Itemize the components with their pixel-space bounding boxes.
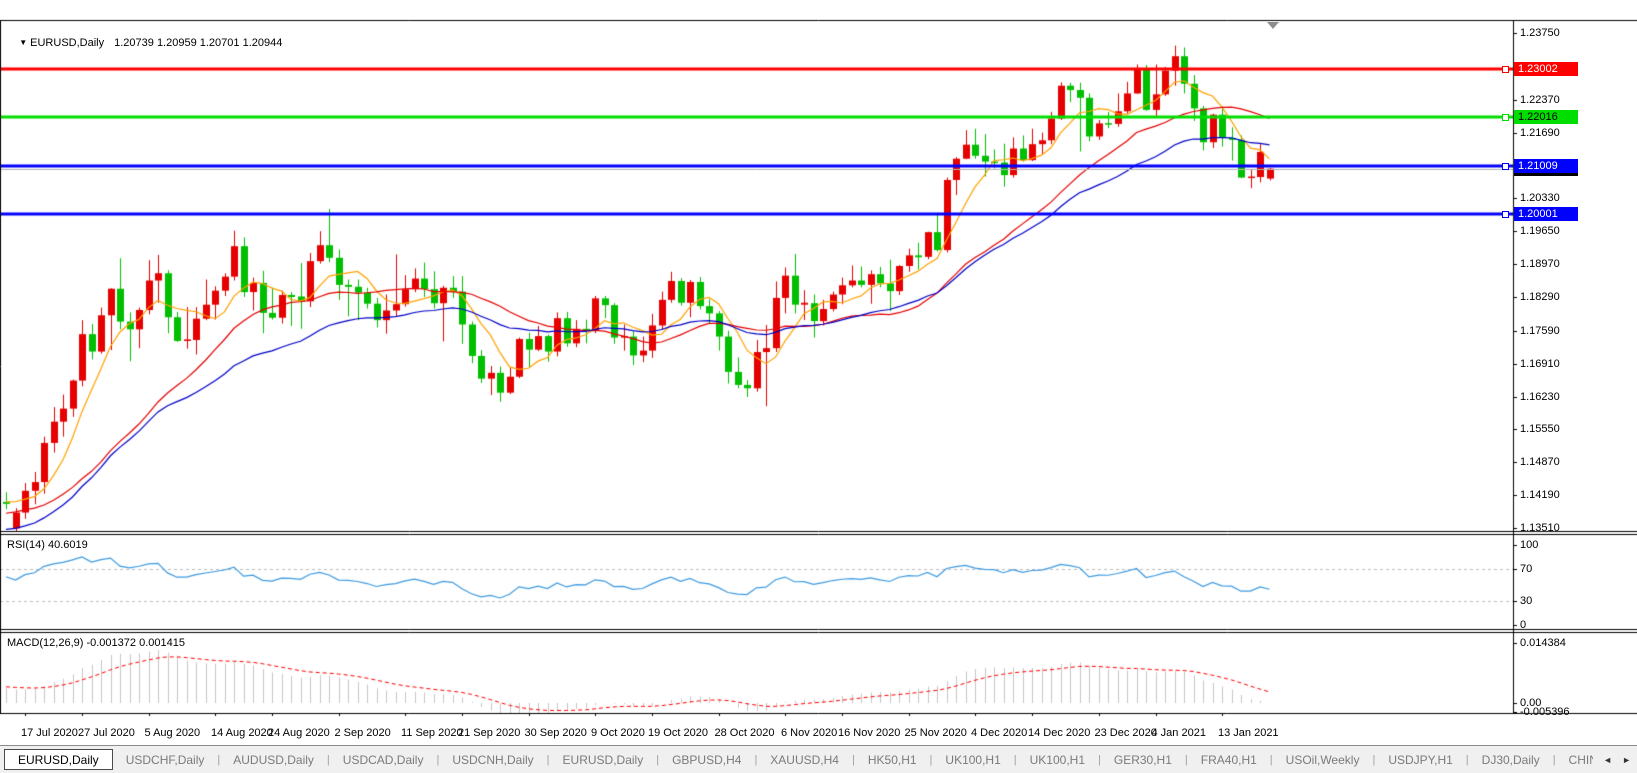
date-axis-label: 17 Jul 2020 (21, 727, 78, 739)
price-axis-label: 1.18970 (1520, 258, 1560, 270)
date-axis-label: 30 Sep 2020 (525, 727, 587, 739)
chart-tab-eurusd-daily[interactable]: EURUSD,Daily (4, 749, 113, 770)
date-axis-label: 9 Oct 2020 (591, 727, 645, 739)
date-axis-label: 19 Oct 2020 (648, 727, 708, 739)
date-axis-label: 5 Aug 2020 (145, 727, 201, 739)
chart-ohlc-values: 1.20739 1.20959 1.20701 1.20944 (114, 37, 282, 49)
price-axis-label: 1.22370 (1520, 94, 1560, 106)
chart-tab-gbpusd-h4[interactable]: GBPUSD,H4 (659, 749, 754, 770)
price-axis-label: 1.15550 (1520, 423, 1560, 435)
rsi-axis-label: 0 (1520, 619, 1526, 631)
rsi-axis-label: 100 (1520, 539, 1538, 551)
symbol-dropdown-icon[interactable]: ▼ (19, 38, 27, 47)
macd-axis-label: 0.014384 (1520, 637, 1566, 649)
chart-tabs: EURUSD,DailyUSDCHF,Daily|AUDUSD,Daily|US… (4, 749, 1637, 770)
chart-shift-marker-icon (1267, 22, 1279, 29)
date-axis-label: 14 Dec 2020 (1028, 727, 1090, 739)
date-axis-label: 27 Jul 2020 (78, 727, 135, 739)
hline-handle[interactable] (1502, 114, 1509, 121)
price-chart-canvas[interactable] (0, 0, 1637, 773)
chart-tab-usoil-weekly[interactable]: USOil,Weekly (1273, 749, 1373, 770)
date-axis-label: 28 Oct 2020 (715, 727, 775, 739)
chart-title: ▼EURUSD,Daily 1.20739 1.20959 1.20701 1.2… (7, 25, 282, 61)
chart-symbol: EURUSD,Daily (30, 37, 104, 49)
chart-tab-uk100-h1[interactable]: UK100,H1 (932, 749, 1013, 770)
price-axis-label: 1.14870 (1520, 456, 1560, 468)
price-axis-label: 1.16230 (1520, 391, 1560, 403)
price-axis-label: 1.17590 (1520, 325, 1560, 337)
chart-tab-uk100-h1[interactable]: UK100,H1 (1017, 749, 1098, 770)
chart-tab-eurusd-daily[interactable]: EURUSD,Daily (550, 749, 657, 770)
price-axis-label: 1.19650 (1520, 225, 1560, 237)
price-axis-label: 1.18290 (1520, 291, 1560, 303)
price-axis-label: 1.23750 (1520, 27, 1560, 39)
tab-scroll-left-icon[interactable]: ◄ (1603, 755, 1612, 765)
chart-tab-fra40-h1[interactable]: FRA40,H1 (1188, 749, 1270, 770)
macd-axis-label: -0.005396 (1520, 706, 1570, 718)
rsi-indicator-label: RSI(14) 40.6019 (7, 539, 88, 551)
date-axis-label: 25 Nov 2020 (905, 727, 967, 739)
date-axis-label: 23 Dec 2020 (1095, 727, 1157, 739)
rsi-axis-label: 30 (1520, 595, 1532, 607)
date-axis-label: 2 Sep 2020 (335, 727, 391, 739)
hline-handle[interactable] (1502, 163, 1509, 170)
chart-tab-ger30-h1[interactable]: GER30,H1 (1101, 749, 1185, 770)
chart-tab-usdcad-daily[interactable]: USDCAD,Daily (330, 749, 437, 770)
price-axis-label: 1.16910 (1520, 358, 1560, 370)
chart-tab-usdchf-daily[interactable]: USDCHF,Daily (113, 749, 218, 770)
chart-tab-audusd-daily[interactable]: AUDUSD,Daily (220, 749, 327, 770)
hline-handle[interactable] (1502, 66, 1509, 73)
date-axis-label: 4 Dec 2020 (971, 727, 1027, 739)
date-axis-label: 4 Jan 2021 (1152, 727, 1206, 739)
date-axis-label: 14 Aug 2020 (211, 727, 273, 739)
chart-tab-xauusd-h4[interactable]: XAUUSD,H4 (757, 749, 852, 770)
price-axis-label: 1.14190 (1520, 489, 1560, 501)
chart-tab-dj30-daily[interactable]: DJ30,Daily (1469, 749, 1553, 770)
hline-price-tag-1.21009[interactable]: 1.21009 (1514, 159, 1578, 173)
chart-tab-hk50-h1[interactable]: HK50,H1 (855, 749, 930, 770)
chart-tab-bar: EURUSD,DailyUSDCHF,Daily|AUDUSD,Daily|US… (0, 745, 1637, 773)
date-axis-label: 16 Nov 2020 (838, 727, 900, 739)
chart-tab-usdjpy-h1[interactable]: USDJPY,H1 (1375, 749, 1465, 770)
hline-price-tag-1.22016[interactable]: 1.22016 (1514, 110, 1578, 124)
hline-handle[interactable] (1502, 211, 1509, 218)
hline-price-tag-1.20001[interactable]: 1.20001 (1514, 207, 1578, 221)
date-axis-label: 6 Nov 2020 (781, 727, 837, 739)
date-axis-label: 11 Sep 2020 (401, 727, 463, 739)
macd-indicator-label: MACD(12,26,9) -0.001372 0.001415 (7, 637, 185, 649)
hline-price-tag-1.23002[interactable]: 1.23002 (1514, 62, 1578, 76)
date-axis-label: 21 Sep 2020 (458, 727, 520, 739)
price-axis-label: 1.20330 (1520, 192, 1560, 204)
date-axis-label: 13 Jan 2021 (1218, 727, 1279, 739)
price-axis-label: 1.13510 (1520, 522, 1560, 534)
tab-scroll-right-icon[interactable]: ► (1622, 755, 1631, 765)
tab-scroll-arrows: ◄ ► (1593, 749, 1637, 770)
rsi-axis-label: 70 (1520, 563, 1532, 575)
chart-tab-usdcnh-daily[interactable]: USDCNH,Daily (439, 749, 546, 770)
mt4-window: ▼ M1M5M15M30H1H4D1W1MN ▼EURUSD,Daily1.20… (0, 0, 1637, 773)
price-axis-label: 1.21690 (1520, 127, 1560, 139)
date-axis-label: 24 Aug 2020 (268, 727, 330, 739)
